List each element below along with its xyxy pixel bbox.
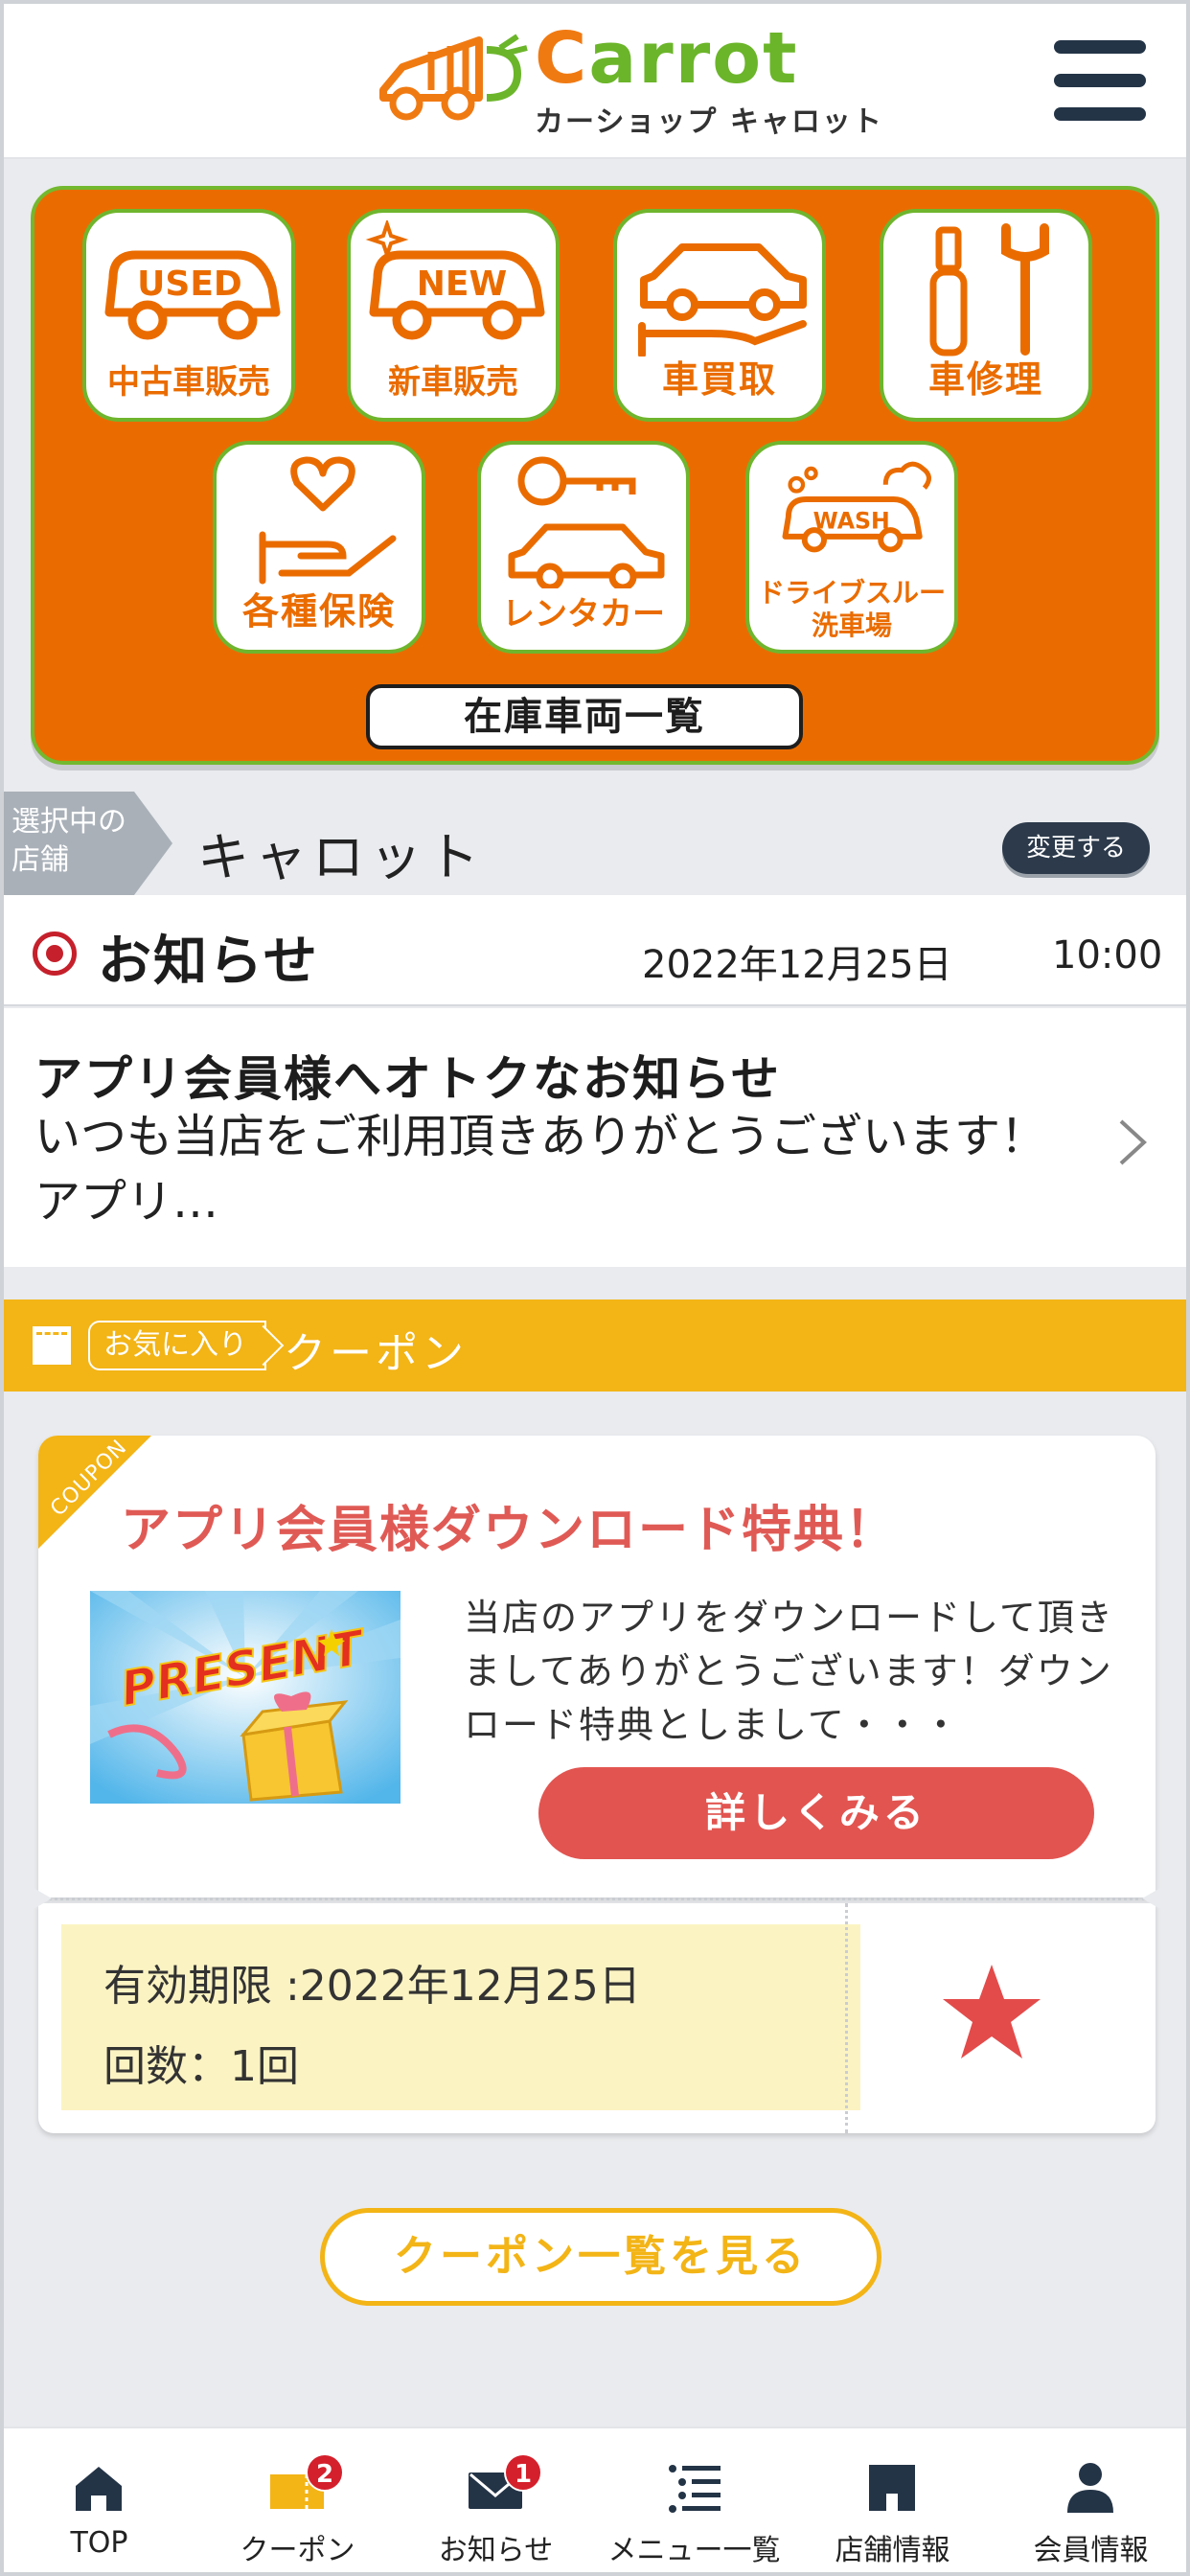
- store-name: キャロット: [197, 827, 485, 887]
- tab-label: TOP: [70, 2526, 128, 2560]
- service-menu-panel: USED 中古車販売 NEW 新車販売 車買取 車修理 各種保険 レンタカー W…: [31, 186, 1159, 765]
- tab-label: 店舗情報: [835, 2534, 950, 2567]
- favorite-star-icon[interactable]: [939, 1963, 1044, 2062]
- used-icon-text: USED: [137, 264, 242, 304]
- selected-store-tag: 選択中の 店舗: [0, 792, 172, 895]
- tab-member[interactable]: 会員情報: [992, 2428, 1190, 2576]
- coupon-perforation: [48, 1898, 1146, 1900]
- svg-text:NEW: NEW: [417, 264, 507, 304]
- key-car-icon: [508, 456, 665, 588]
- news-title: お知らせ: [98, 931, 319, 993]
- news-item[interactable]: アプリ会員様へオトクなお知らせ いつも当店をご利用頂きありがとうございます！アプ…: [0, 1008, 1190, 1267]
- heart-hand-icon: [259, 456, 397, 585]
- tab-label: メニュー一覧: [607, 2534, 781, 2567]
- service-label: 新車販売: [388, 363, 518, 402]
- coupon-section-header: お気に入り クーポン: [0, 1300, 1190, 1392]
- service-insurance[interactable]: 各種保険: [213, 441, 425, 654]
- bottom-tab-bar: TOP 2 クーポン 1 お知らせ メニュー一覧 店舗情報 会員情報: [0, 2426, 1190, 2576]
- stock-list-button[interactable]: 在庫車両一覧: [366, 684, 803, 749]
- news-item-title: アプリ会員様へオトクなお知らせ: [34, 1051, 781, 1107]
- person-icon: [1067, 2463, 1113, 2513]
- carrot-logo[interactable]: Carrot カーショップ キャロット: [374, 17, 881, 139]
- present-image: PRESENT: [90, 1591, 400, 1804]
- favorite-tag: お気に入り: [88, 1321, 266, 1370]
- chevron-right-icon: [1119, 1119, 1147, 1165]
- svg-text:WASH: WASH: [813, 507, 890, 534]
- menu-list-icon: [669, 2465, 721, 2513]
- coupon-card-footer: 有効期限 :2022年12月25日 回数：1回: [38, 1903, 1156, 2133]
- news-item-body: いつも当店をご利用頂きありがとうございます！アプリ…: [34, 1110, 1047, 1229]
- service-label: 車修理: [927, 358, 1043, 401]
- coupon-validity-box: 有効期限 :2022年12月25日 回数：1回: [61, 1924, 860, 2110]
- service-label: ドライブスルー 洗車場: [757, 577, 946, 641]
- tools-icon: [929, 223, 1049, 356]
- used-car-icon: USED: [104, 250, 281, 340]
- logo-title: Carrot: [535, 17, 799, 100]
- coupon-section-label: クーポン: [284, 1329, 468, 1378]
- coupon-title: アプリ会員様ダウンロード特典！: [121, 1502, 898, 1559]
- tab-coupon[interactable]: 2 クーポン: [198, 2428, 397, 2576]
- news-header: お知らせ 2022年12月25日 10:00: [0, 895, 1190, 1006]
- tab-label: クーポン: [240, 2534, 355, 2567]
- coupon-count: 回数：1回: [103, 2042, 299, 2091]
- coupon-card[interactable]: COUPON アプリ会員様ダウンロード特典！ PRESENT 当店のアプリをダウ…: [38, 1436, 1156, 1898]
- new-car-icon: NEW: [365, 220, 545, 340]
- target-dot-icon: [33, 932, 77, 976]
- truck-logo-icon: [379, 34, 528, 121]
- news-time: 10:00: [1052, 933, 1163, 978]
- tab-label: 会員情報: [1033, 2534, 1149, 2567]
- home-icon: [76, 2467, 122, 2511]
- coupon-detail-button[interactable]: 詳しくみる: [538, 1767, 1094, 1859]
- service-new-car[interactable]: NEW 新車販売: [347, 209, 560, 422]
- service-car-wash[interactable]: WASH ドライブスルー 洗車場: [745, 441, 958, 654]
- tab-news[interactable]: 1 お知らせ: [397, 2428, 595, 2576]
- tab-store[interactable]: 店舗情報: [793, 2428, 992, 2576]
- app-header: Carrot カーショップ キャロット: [0, 0, 1190, 159]
- ticket-icon: [33, 1326, 71, 1365]
- tab-top[interactable]: TOP: [0, 2428, 198, 2576]
- car-wash-icon: WASH: [782, 461, 932, 553]
- coupon-expiry: 有効期限 :2022年12月25日: [103, 1962, 641, 2011]
- service-buyback[interactable]: 車買取: [613, 209, 826, 422]
- service-label: レンタカー: [502, 595, 665, 633]
- news-date: 2022年12月25日: [642, 943, 952, 987]
- service-label: 中古車販売: [107, 363, 270, 402]
- service-repair[interactable]: 車修理: [880, 209, 1092, 422]
- service-label: 各種保険: [241, 590, 396, 632]
- change-store-button[interactable]: 変更する: [1002, 822, 1150, 874]
- coupon-badge: 2: [306, 2453, 344, 2492]
- logo-subtitle: カーショップ キャロット: [535, 105, 883, 139]
- news-badge: 1: [504, 2453, 542, 2492]
- tab-label: お知らせ: [438, 2534, 554, 2567]
- tab-menu[interactable]: メニュー一覧: [595, 2428, 793, 2576]
- service-rental[interactable]: レンタカー: [477, 441, 690, 654]
- coupon-list-button[interactable]: クーポン一覧を見る: [320, 2208, 881, 2306]
- coupon-body: 当店のアプリをダウンロードして頂きましてありがとうございます！ダウンロード特典と…: [464, 1597, 1114, 1746]
- store-icon: [869, 2465, 915, 2511]
- service-label: 車買取: [661, 358, 777, 401]
- hamburger-menu-icon[interactable]: [1054, 40, 1146, 121]
- service-used-car[interactable]: USED 中古車販売: [82, 209, 295, 422]
- car-buyback-icon: [638, 243, 807, 356]
- coupon-divider: [845, 1903, 848, 2133]
